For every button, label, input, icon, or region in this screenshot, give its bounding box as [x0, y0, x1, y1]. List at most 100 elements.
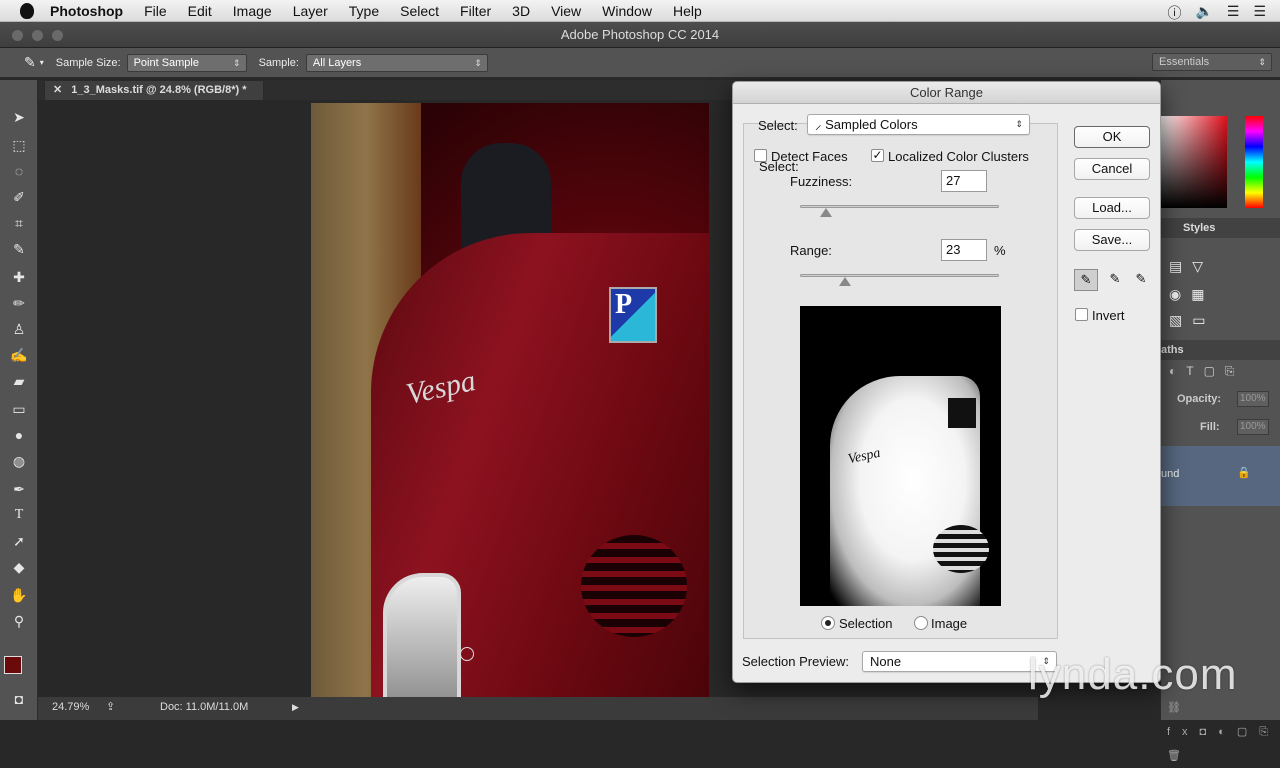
tools-panel: ➤ ⬚ ◌ ✐ ⌗ ✎ ✚ ✏ ♙ ✍ ▰ ▭ ● ◍ ✒ T ➚ ◆ ✋ ⚲ …	[0, 80, 38, 720]
eyedropper-tool-icon[interactable]: ✎	[10, 240, 28, 258]
layer-filter-icons[interactable]: ◐T▢⎘	[1169, 364, 1245, 379]
sample-size-label: Sample Size:	[55, 56, 121, 69]
move-tool-icon[interactable]: ➤	[10, 108, 28, 126]
range-slider-thumb[interactable]	[839, 277, 851, 286]
list-icon[interactable]: ☰	[1227, 3, 1240, 23]
volume-icon[interactable]: 🔈	[1195, 3, 1212, 23]
opacity-label: Opacity:	[1177, 393, 1222, 405]
dialog-title: Color Range	[733, 82, 1160, 104]
healing-tool-icon[interactable]: ✚	[10, 268, 28, 286]
menu-filter[interactable]: Filter	[460, 3, 491, 19]
updown-icon: ⇕	[1015, 119, 1023, 129]
fuzziness-label: Fuzziness:	[790, 174, 853, 189]
selection-preview-image[interactable]: Vespa	[800, 306, 1001, 606]
range-slider-track[interactable]	[800, 274, 999, 277]
document-image[interactable]: P Vespa	[311, 103, 709, 697]
subtract-from-sample-icon[interactable]: ✎	[1129, 269, 1153, 291]
menu-app[interactable]: Photoshop	[50, 3, 123, 19]
menu-file[interactable]: File	[144, 3, 167, 19]
right-panels: Styles ▤▽ ◉▦ ▧▭ aths ◐T▢⎘ Opacity: 100% …	[1160, 80, 1280, 762]
workspace-select[interactable]: Essentials ⇕	[1152, 53, 1272, 71]
dodge-tool-icon[interactable]: ◍	[10, 452, 28, 470]
eraser-tool-icon[interactable]: ▰	[10, 372, 28, 390]
menu-type[interactable]: Type	[349, 3, 379, 19]
menu-help[interactable]: Help	[673, 3, 702, 19]
adjustment-icons-row3[interactable]: ▧▭	[1169, 312, 1215, 329]
ok-button[interactable]: OK	[1074, 126, 1150, 148]
sample-value: All Layers	[312, 56, 362, 69]
menu-edit[interactable]: Edit	[188, 3, 212, 19]
sampler-cursor-icon	[460, 647, 474, 661]
type-tool-icon[interactable]: T	[10, 506, 28, 524]
select-dropdown[interactable]: ⸝ Sampled Colors ⇕	[807, 114, 1030, 135]
zoom-window-icon[interactable]	[52, 30, 63, 41]
lasso-tool-icon[interactable]: ◌	[10, 162, 28, 180]
quick-mask-icon[interactable]: ◘	[10, 690, 28, 708]
tab-styles[interactable]: Styles	[1183, 222, 1215, 234]
window-titlebar: Adobe Photoshop CC 2014	[0, 22, 1280, 48]
info-icon[interactable]: ⓘ	[1167, 3, 1181, 23]
zoom-level[interactable]: 24.79%	[52, 697, 89, 717]
hand-tool-icon[interactable]: ✋	[10, 586, 28, 604]
blur-tool-icon[interactable]: ●	[10, 426, 28, 444]
gradient-tool-icon[interactable]: ▭	[10, 400, 28, 418]
lynda-watermark: lynda.com	[1028, 650, 1238, 699]
history-brush-tool-icon[interactable]: ✍	[10, 346, 28, 364]
eyedropper-icon[interactable]: ✎	[24, 54, 36, 71]
adjustment-icons[interactable]: ▤▽	[1169, 258, 1213, 275]
invert-checkbox[interactable]	[1075, 308, 1088, 321]
crop-tool-icon[interactable]: ⌗	[10, 214, 28, 232]
localized-clusters-checkbox[interactable]: ✓	[871, 149, 884, 162]
marquee-tool-icon[interactable]: ⬚	[10, 136, 28, 154]
chevron-down-icon[interactable]: ▾	[40, 58, 44, 67]
range-label: Range:	[790, 243, 832, 258]
sample-select[interactable]: All Layers ⇕	[305, 53, 488, 72]
adjustment-icons-row2[interactable]: ◉▦	[1169, 286, 1214, 303]
menu-extra-icon[interactable]: ☰	[1253, 3, 1266, 23]
menu-3d[interactable]: 3D	[512, 3, 530, 19]
window-title: Adobe Photoshop CC 2014	[560, 27, 720, 42]
apple-icon[interactable]	[20, 2, 34, 19]
selection-radio[interactable]	[821, 616, 835, 630]
range-field[interactable]: 23	[941, 239, 987, 261]
pen-tool-icon[interactable]: ✒	[10, 480, 28, 498]
shape-tool-icon[interactable]: ◆	[10, 558, 28, 576]
tab-paths[interactable]: aths	[1161, 344, 1184, 356]
path-select-tool-icon[interactable]: ➚	[10, 532, 28, 550]
menu-view[interactable]: View	[551, 3, 581, 19]
load-button[interactable]: Load...	[1074, 197, 1150, 219]
cancel-button[interactable]: Cancel	[1074, 158, 1150, 180]
zoom-tool-icon[interactable]: ⚲	[10, 612, 28, 630]
stamp-tool-icon[interactable]: ♙	[10, 320, 28, 338]
detect-faces-checkbox[interactable]	[754, 149, 767, 162]
add-to-sample-icon[interactable]: ✎	[1103, 269, 1127, 291]
layer-row-background[interactable]: und 🔒	[1161, 446, 1280, 506]
sample-size-select[interactable]: Point Sample ⇕	[126, 53, 247, 72]
menu-select[interactable]: Select	[400, 3, 439, 19]
hue-slider[interactable]	[1245, 116, 1263, 208]
lock-icon: 🔒	[1237, 467, 1251, 479]
updown-icon: ⇕	[1258, 57, 1266, 67]
options-bar: ✎ ▾ Sample Size: Point Sample ⇕ Sample: A…	[0, 48, 1280, 78]
opacity-field[interactable]: 100%	[1237, 391, 1269, 407]
localized-clusters-label: Localized Color Clusters	[888, 149, 1029, 164]
share-icon[interactable]: ⇪	[106, 697, 115, 717]
fuzziness-slider-thumb[interactable]	[820, 208, 832, 217]
foreground-color-swatch[interactable]	[4, 656, 22, 674]
fill-field[interactable]: 100%	[1237, 419, 1269, 435]
fuzziness-field[interactable]: 27	[941, 170, 987, 192]
image-radio[interactable]	[914, 616, 928, 630]
quick-select-tool-icon[interactable]: ✐	[10, 188, 28, 206]
brush-tool-icon[interactable]: ✏	[10, 294, 28, 312]
sample-label: Sample:	[258, 56, 299, 69]
close-window-icon[interactable]	[12, 30, 23, 41]
status-menu-arrow-icon[interactable]: ▶	[292, 697, 299, 717]
menu-layer[interactable]: Layer	[293, 3, 328, 19]
save-button[interactable]: Save...	[1074, 229, 1150, 251]
minimize-window-icon[interactable]	[32, 30, 43, 41]
close-tab-icon[interactable]: ✕	[53, 84, 62, 96]
eyedropper-button-icon[interactable]: ✎	[1074, 269, 1098, 291]
menu-window[interactable]: Window	[602, 3, 652, 19]
menu-image[interactable]: Image	[233, 3, 272, 19]
document-tab[interactable]: ✕ 1_3_Masks.tif @ 24.8% (RGB/8*) *	[44, 80, 264, 100]
